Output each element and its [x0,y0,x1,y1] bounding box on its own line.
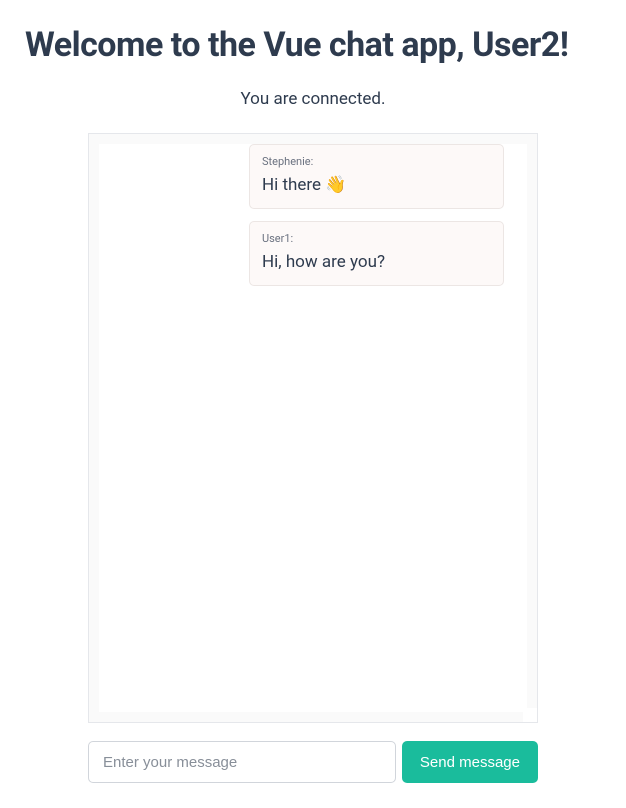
message-text: Hi there 👋 [262,174,491,196]
connection-status: You are connected. [25,89,601,109]
page-title: Welcome to the Vue chat app, User2! [25,25,601,65]
message-card: User1: Hi, how are you? [249,221,504,286]
scrollbar-corner [523,708,537,722]
message-text: Hi, how are you? [262,251,491,273]
message-card: Stephenie: Hi there 👋 [249,144,504,209]
chat-container: Stephenie: Hi there 👋 User1: Hi, how are… [88,133,538,783]
input-row: Send message [88,741,538,783]
send-button[interactable]: Send message [402,741,538,783]
message-sender: User1: [262,232,491,245]
message-input[interactable] [88,741,396,783]
chat-messages: Stephenie: Hi there 👋 User1: Hi, how are… [99,144,527,712]
message-sender: Stephenie: [262,155,491,168]
chat-box: Stephenie: Hi there 👋 User1: Hi, how are… [88,133,538,723]
